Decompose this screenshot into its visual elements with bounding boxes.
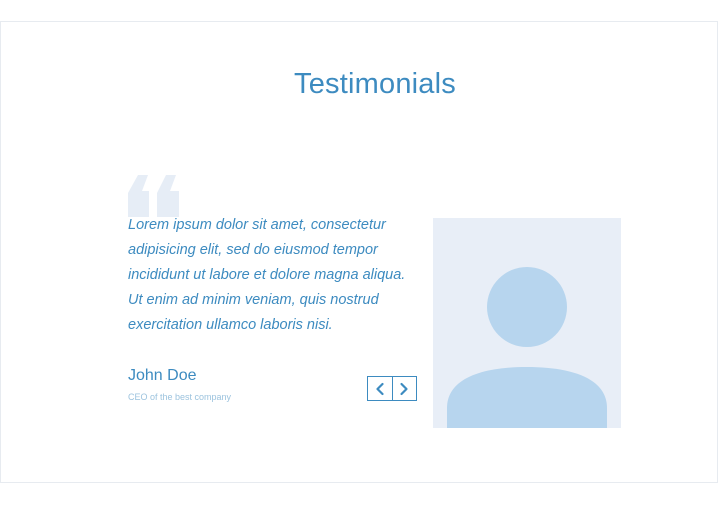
prev-testimonial-button[interactable]: [368, 377, 392, 400]
quote-line: incididunt ut labore et dolore magna ali…: [128, 267, 406, 283]
testimonial-nav: [367, 376, 417, 401]
testimonial-quote: Lorem ipsum dolor sit amet, consectetur …: [128, 213, 423, 338]
page: Testimonials Lorem ipsum dolor sit amet,…: [0, 0, 718, 520]
author-title: CEO of the best company: [128, 392, 232, 402]
quote-line: Ut enim ad minim veniam, quis nostrud: [128, 292, 379, 308]
quote-line: exercitation ullamco laboris nisi.: [128, 317, 333, 333]
quote-line: adipisicing elit, sed do eiusmod tempor: [128, 242, 378, 258]
author-name: John Doe: [128, 367, 197, 384]
chevron-right-icon: [400, 382, 408, 395]
quote-icon: [128, 175, 179, 217]
next-testimonial-button[interactable]: [391, 377, 417, 400]
chevron-left-icon: [376, 382, 384, 395]
user-placeholder-icon: [447, 267, 607, 428]
quote-line: Lorem ipsum dolor sit amet, consectetur: [128, 217, 386, 233]
section-title: Testimonials: [294, 68, 456, 100]
author-photo: [433, 218, 621, 428]
